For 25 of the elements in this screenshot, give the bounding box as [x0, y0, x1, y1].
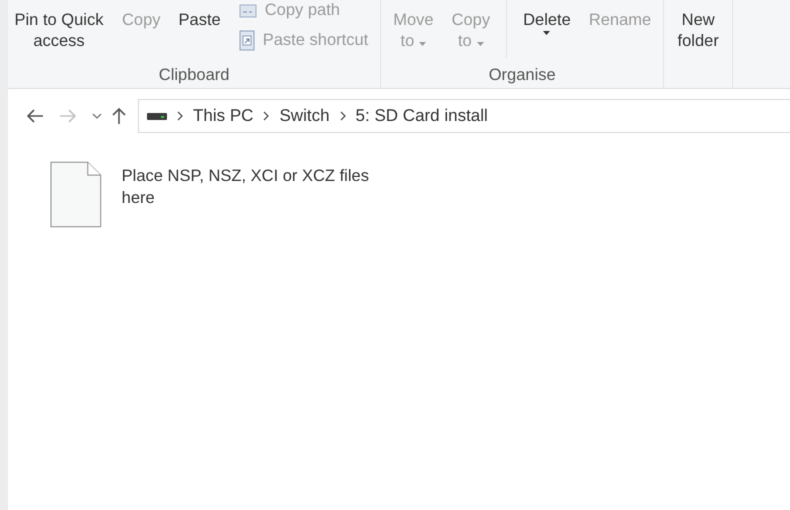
- chevron-down-icon: [92, 113, 102, 119]
- caret-icon: [543, 31, 550, 35]
- caret-icon: [419, 42, 426, 46]
- file-name: Place NSP, NSZ, XCI or XCZ files here: [122, 166, 370, 209]
- group-label: Organise: [488, 66, 556, 84]
- forward-arrow-icon: [59, 109, 77, 123]
- group-label: Clipboard: [158, 66, 230, 84]
- ribbon-button[interactable]: New folder: [670, 0, 726, 52]
- breadcrumb[interactable]: Switch: [279, 106, 330, 126]
- breadcrumb[interactable]: This PC: [193, 106, 254, 126]
- breadcrumb[interactable]: 5: SD Card install: [356, 106, 488, 126]
- ribbon-button[interactable]: Pin to Quick access: [14, 0, 110, 52]
- drive-icon: [147, 112, 167, 120]
- file-item[interactable]: Place NSP, NSZ, XCI or XCZ files here: [48, 159, 392, 230]
- address-bar[interactable]: This PC Switch 5: SD Card install: [138, 99, 790, 133]
- up-arrow-icon: [112, 107, 126, 125]
- chevron-icon: [177, 111, 183, 121]
- chevron-icon: [263, 111, 270, 121]
- caret-icon: [476, 42, 484, 46]
- back-arrow-icon: [26, 109, 44, 123]
- clipboard-icon: [238, 29, 255, 51]
- ribbon-button[interactable]: Delete: [517, 0, 577, 35]
- chevron-icon: [340, 111, 346, 121]
- file-icon: [50, 161, 102, 228]
- ribbon-button[interactable]: Paste: [172, 0, 227, 31]
